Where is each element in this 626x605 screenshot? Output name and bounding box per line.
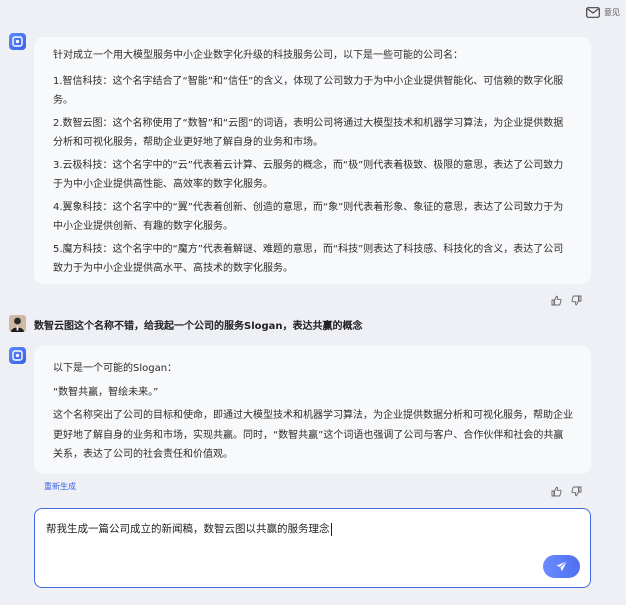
chat-input-value: 帮我生成一篇公司成立的新闻稿，数智云图以共赢的服务理念 (46, 523, 330, 535)
feedback-button[interactable]: 意见 (586, 7, 620, 18)
user-avatar (9, 315, 26, 332)
message-paragraph: “数智共赢，智绘未来。” (53, 386, 159, 398)
top-bar: 意见 (0, 0, 626, 28)
user-message: 数智云图这个名称不错，给我起一个公司的服务Slogan，表达共赢的概念 (34, 321, 363, 332)
regenerate-button[interactable]: 重新生成 (44, 481, 76, 492)
message-actions (551, 482, 582, 497)
message-paragraph: 5.魔方科技：这个名字中的“魔方”代表着解谜、难题的意思，而“科技”则表达了科技… (53, 243, 564, 275)
message-paragraph: 2.数智云图：这个名称使用了“数智”和“云图”的词语，表明公司将通过大模型技术和… (53, 117, 564, 149)
bot-avatar-icon (9, 33, 26, 50)
message-paragraph: 这个名称突出了公司的目标和使命，即通过大模型技术和机器学习算法，为企业提供数据分… (53, 410, 573, 460)
send-button[interactable] (543, 555, 580, 578)
message-paragraph: 3.云极科技：这个名字中的“云”代表着云计算、云服务的概念，而“极”则代表着极致… (53, 159, 564, 191)
mail-icon (586, 7, 600, 18)
message-paragraph: 以下是一个可能的Slogan： (53, 363, 178, 374)
thumbs-up-icon[interactable] (551, 291, 562, 306)
message-actions (551, 291, 582, 306)
chat-input-box[interactable]: 帮我生成一篇公司成立的新闻稿，数智云图以共赢的服务理念 (34, 508, 591, 588)
thumbs-down-icon[interactable] (571, 291, 582, 306)
bot-message-bubble: 针对成立一个用大模型服务中小企业数字化升级的科技服务公司，以下是一些可能的公司名… (34, 37, 591, 284)
thumbs-down-icon[interactable] (571, 482, 582, 497)
bot-message-bubble: 以下是一个可能的Slogan： “数智共赢，智绘未来。” 这个名称突出了公司的目… (34, 346, 591, 474)
feedback-label: 意见 (604, 8, 620, 17)
message-paragraph: 1.智信科技：这个名字结合了“智能”和“信任”的含义，体现了公司致力于为中小企业… (53, 75, 564, 107)
send-icon (556, 560, 568, 572)
message-paragraph: 4.翼象科技：这个名字中的“翼”代表着创新、创造的意思，而“象”则代表着形象、象… (53, 201, 564, 233)
message-paragraph: 针对成立一个用大模型服务中小企业数字化升级的科技服务公司，以下是一些可能的公司名… (53, 50, 463, 61)
chat-input[interactable]: 帮我生成一篇公司成立的新闻稿，数智云图以共赢的服务理念 (46, 521, 332, 536)
thumbs-up-icon[interactable] (551, 482, 562, 497)
bot-avatar-icon (9, 347, 26, 364)
text-caret (330, 522, 332, 536)
